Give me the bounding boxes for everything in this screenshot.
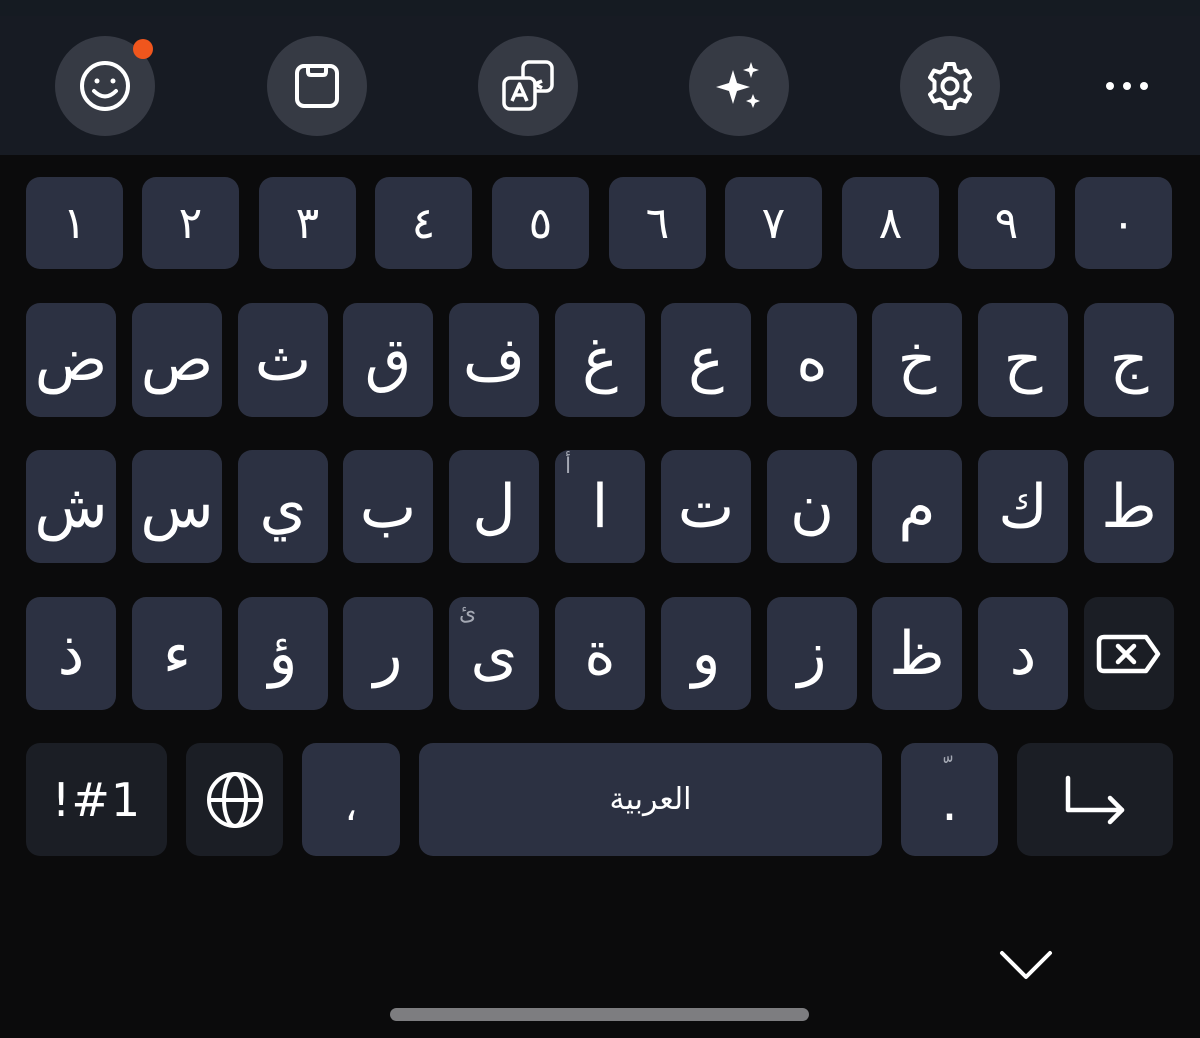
- more-icon: [1106, 82, 1114, 90]
- key-qaf[interactable]: ق: [343, 303, 433, 417]
- key-alif: ا: [591, 471, 609, 542]
- ai-tools-button[interactable]: [689, 36, 789, 136]
- key-tha[interactable]: ث: [238, 303, 328, 417]
- key-ha[interactable]: ه: [767, 303, 857, 417]
- key-ain[interactable]: ع: [661, 303, 751, 417]
- key-waw-hamza[interactable]: ؤ: [238, 597, 328, 710]
- key-dad[interactable]: ض: [26, 303, 116, 417]
- key-8[interactable]: ٨: [842, 177, 939, 269]
- notification-dot: [133, 39, 153, 59]
- key-kaf[interactable]: ك: [978, 450, 1068, 563]
- space-key[interactable]: العربية: [419, 743, 882, 856]
- key-hint: أ: [565, 454, 572, 479]
- key-6[interactable]: ٦: [609, 177, 706, 269]
- key-shin[interactable]: ش: [26, 450, 116, 563]
- translate-icon: [502, 60, 554, 111]
- key-zay[interactable]: ز: [767, 597, 857, 710]
- key-hamza[interactable]: ء: [132, 597, 222, 710]
- backspace-icon: [1096, 634, 1161, 673]
- key-alif-maqsura: ى: [470, 618, 518, 689]
- emoji-icon: [80, 61, 130, 111]
- key-fa[interactable]: ف: [449, 303, 539, 417]
- enter-key[interactable]: [1017, 743, 1173, 856]
- key-ya[interactable]: ي: [238, 450, 328, 563]
- globe-icon: [206, 771, 263, 828]
- language-key[interactable]: [186, 743, 283, 856]
- comma-key[interactable]: ،: [302, 743, 400, 856]
- key-jim[interactable]: ج: [1084, 303, 1174, 417]
- key-sin[interactable]: س: [132, 450, 222, 563]
- clipboard-button[interactable]: [267, 36, 367, 136]
- key-ba[interactable]: ب: [343, 450, 433, 563]
- settings-button[interactable]: [900, 36, 1000, 136]
- key-7[interactable]: ٧: [725, 177, 822, 269]
- key-tah[interactable]: ط: [1084, 450, 1174, 563]
- key-waw[interactable]: و: [661, 597, 751, 710]
- more-options-button[interactable]: [1082, 36, 1172, 136]
- chevron-down-icon: [1000, 951, 1052, 979]
- key-dhal[interactable]: ذ: [26, 597, 116, 710]
- sparkle-icon: [716, 62, 760, 108]
- key-nun[interactable]: ن: [767, 450, 857, 563]
- key-3[interactable]: ٣: [259, 177, 356, 269]
- key-ta-marbuta[interactable]: ة: [555, 597, 645, 710]
- key-4[interactable]: ٤: [375, 177, 472, 269]
- key-ra[interactable]: ر: [343, 597, 433, 710]
- key-ta[interactable]: ت: [661, 450, 751, 563]
- more-icon: [1140, 82, 1148, 90]
- key-ghain[interactable]: غ: [555, 303, 645, 417]
- collapse-keyboard-button[interactable]: [996, 935, 1056, 995]
- keyboard: ١ ٢ ٣ ٤ ٥ ٦ ٧ ٨ ٩ ٠ ض ص ث ق ف غ ع ه خ ح …: [0, 155, 1200, 1038]
- key-mim[interactable]: م: [872, 450, 962, 563]
- keyboard-toolbar: [0, 16, 1200, 155]
- home-indicator[interactable]: [390, 1008, 809, 1021]
- status-strip: [0, 0, 1200, 16]
- key-1[interactable]: ١: [26, 177, 123, 269]
- key-zah[interactable]: ظ: [872, 597, 962, 710]
- symbols-label: !#1: [51, 772, 142, 827]
- settings-icon: [928, 62, 972, 110]
- key-dal[interactable]: د: [978, 597, 1068, 710]
- key-alif-maqsura-wrap[interactable]: ئ ى: [449, 597, 539, 710]
- key-0[interactable]: ٠: [1075, 177, 1172, 269]
- key-hint: ئ: [459, 601, 477, 626]
- key-sad[interactable]: ص: [132, 303, 222, 417]
- key-2[interactable]: ٢: [142, 177, 239, 269]
- translate-button[interactable]: [478, 36, 578, 136]
- period-label: .: [941, 772, 958, 833]
- enter-icon: [1065, 775, 1125, 824]
- period-key[interactable]: ّ .: [901, 743, 998, 856]
- comma-label: ،: [344, 783, 358, 830]
- key-hah[interactable]: ح: [978, 303, 1068, 417]
- key-alif-wrap[interactable]: أ ا: [555, 450, 645, 563]
- key-5[interactable]: ٥: [492, 177, 589, 269]
- key-9[interactable]: ٩: [958, 177, 1055, 269]
- symbols-key[interactable]: !#1: [26, 743, 167, 856]
- more-icon: [1123, 82, 1131, 90]
- space-label: العربية: [609, 782, 692, 817]
- key-kha[interactable]: خ: [872, 303, 962, 417]
- backspace-key[interactable]: [1084, 597, 1174, 710]
- clipboard-icon: [295, 64, 339, 108]
- key-lam[interactable]: ل: [449, 450, 539, 563]
